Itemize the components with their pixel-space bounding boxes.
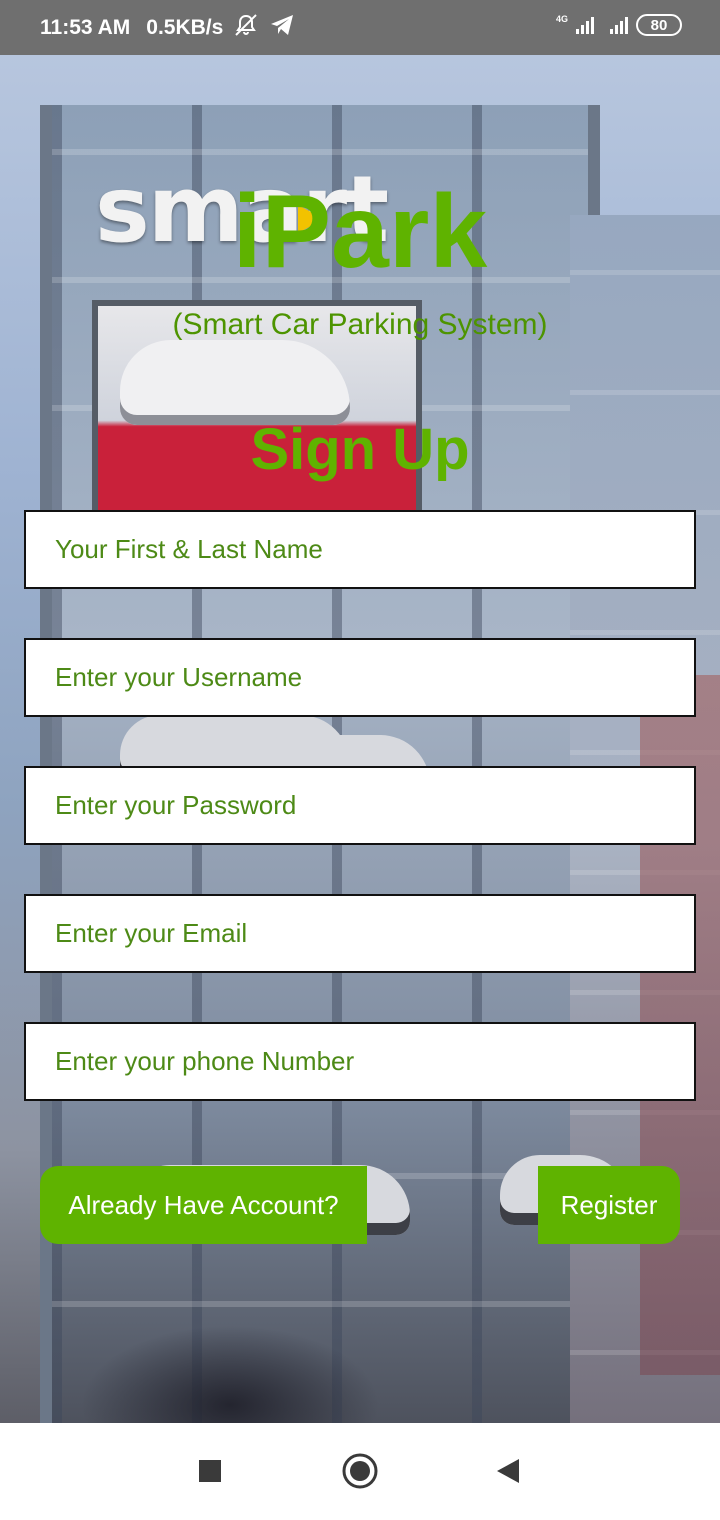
email-field[interactable] (55, 918, 694, 949)
signal-icon (610, 16, 628, 34)
battery-icon: 80 (636, 14, 682, 36)
mute-icon (233, 13, 259, 43)
status-time: 11:53 AM (40, 15, 131, 39)
password-field-box (24, 766, 696, 845)
full-name-field[interactable] (55, 534, 694, 565)
home-button[interactable] (340, 1453, 380, 1493)
form-title: Sign Up (250, 417, 470, 482)
recents-button[interactable] (190, 1453, 230, 1493)
email-field-box (24, 894, 696, 973)
status-speed: 0.5KB/s (146, 15, 224, 39)
username-field-box (24, 638, 696, 717)
recents-icon (198, 1459, 222, 1488)
telegram-icon (269, 13, 295, 43)
full-name-field-box (24, 510, 696, 589)
status-bar: 11:53 AM 0.5KB/s 4G 80 (0, 0, 720, 55)
home-icon (341, 1452, 379, 1495)
already-have-account-button[interactable]: Already Have Account? (40, 1166, 367, 1244)
app-subtitle: (Smart Car Parking System) (172, 308, 548, 341)
app-title: iPark (232, 174, 488, 290)
phone-field-box (24, 1022, 696, 1101)
battery-level: 80 (650, 16, 668, 34)
register-button[interactable]: Register (538, 1166, 680, 1244)
back-button[interactable] (488, 1453, 528, 1493)
username-field[interactable] (55, 662, 694, 693)
navigation-bar (0, 1423, 720, 1520)
network-type-label: 4G (555, 14, 568, 24)
back-icon (495, 1457, 521, 1490)
signal-icon (576, 16, 594, 34)
phone-field[interactable] (55, 1046, 694, 1077)
password-field[interactable] (55, 790, 694, 821)
